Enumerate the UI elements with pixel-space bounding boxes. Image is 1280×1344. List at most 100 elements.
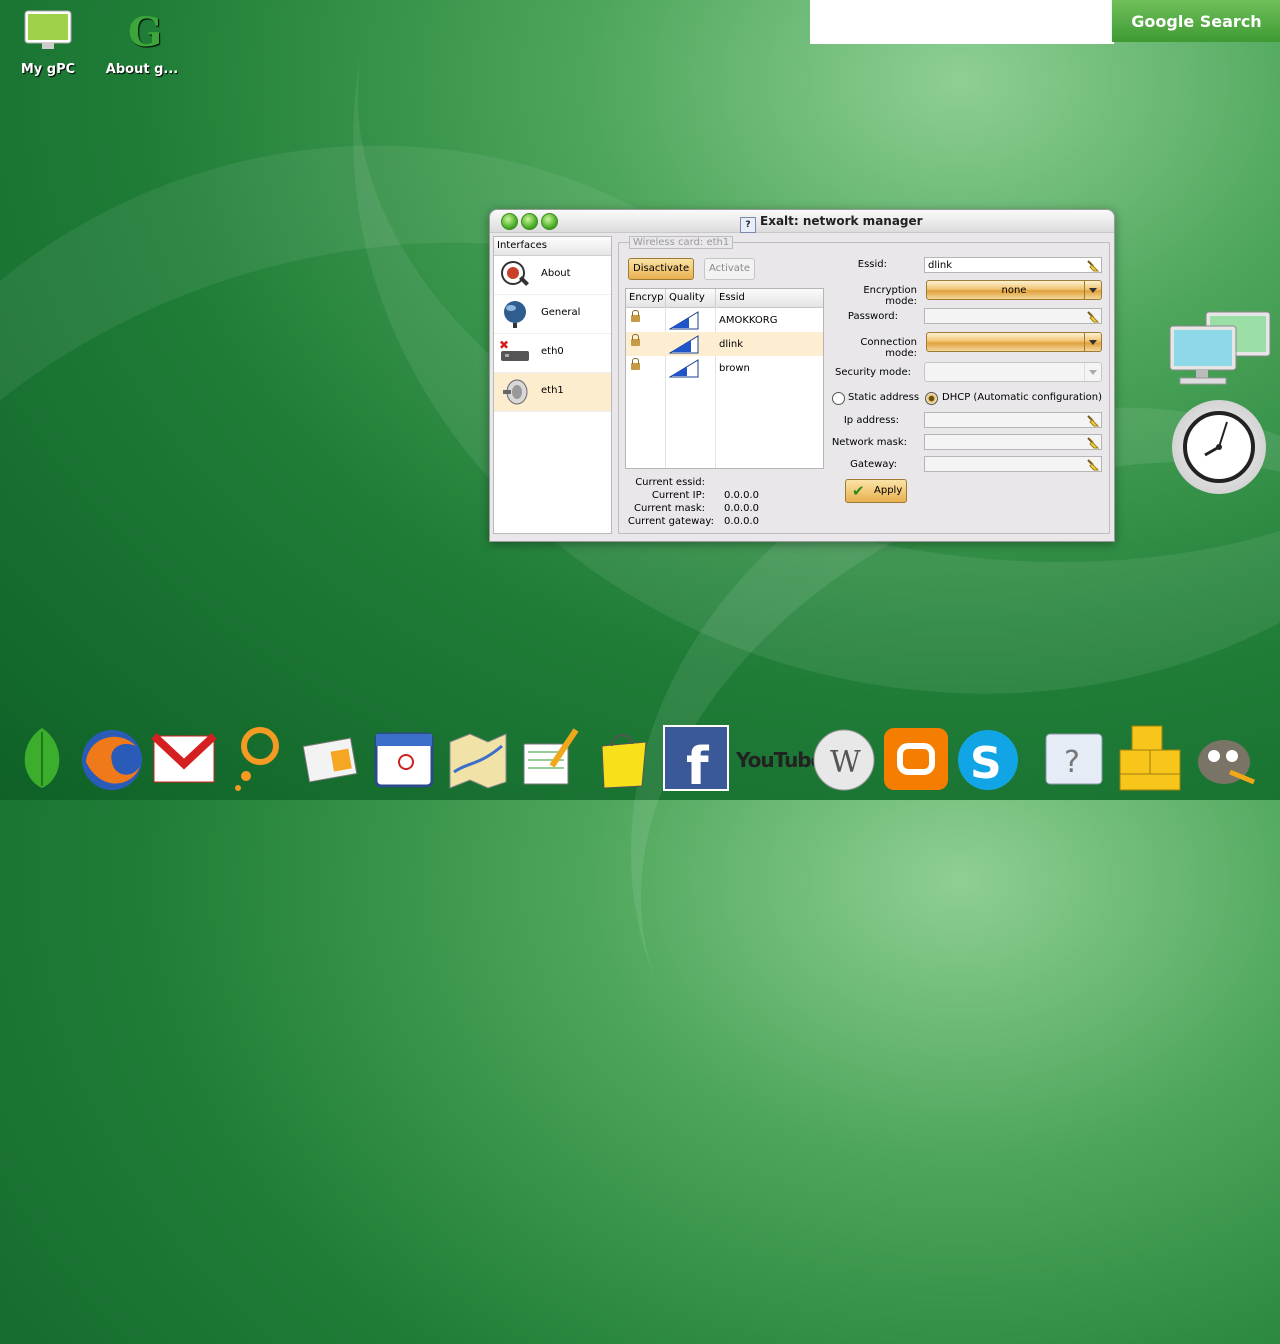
gimp-icon[interactable] xyxy=(1190,722,1258,794)
dhcp-radio[interactable] xyxy=(925,392,938,405)
deactivate-button[interactable]: Disactivate xyxy=(628,258,695,280)
checkmark-icon: ✔ xyxy=(852,482,865,500)
essid-label: Essid: xyxy=(857,259,887,270)
clear-broom-icon[interactable] xyxy=(1086,259,1099,272)
table-header: Encryp Quality Essid xyxy=(626,289,823,308)
apply-button[interactable]: ✔ Apply xyxy=(845,479,907,503)
sidebar-item-label: eth1 xyxy=(541,385,564,396)
desktop-icon-about[interactable]: G About g... xyxy=(102,0,182,77)
shopping-bag-icon[interactable] xyxy=(590,722,658,794)
app-icon: ? xyxy=(740,217,756,233)
chevron-down-icon xyxy=(1084,363,1101,381)
clear-broom-icon[interactable] xyxy=(1086,310,1099,323)
interfaces-sidebar: Interfaces About General ✖ eth0 eth1 xyxy=(493,236,612,534)
current-gateway-value: 0.0.0.0 xyxy=(724,516,759,527)
sidebar-item-label: eth0 xyxy=(541,346,564,357)
g-logo-icon: G xyxy=(128,9,162,56)
panel-legend: Wireless card: eth1 xyxy=(629,236,734,249)
docs-icon[interactable] xyxy=(516,722,584,794)
maximize-button[interactable] xyxy=(541,213,558,230)
chevron-down-icon xyxy=(1084,333,1101,351)
sidebar-item-label: About xyxy=(541,268,571,279)
gateway-field[interactable] xyxy=(924,456,1102,472)
maps-icon[interactable] xyxy=(444,722,512,794)
close-button[interactable] xyxy=(501,213,518,230)
clear-broom-icon[interactable] xyxy=(1086,414,1099,427)
gmail-icon[interactable] xyxy=(150,722,218,794)
youtube-icon[interactable]: YouTube xyxy=(734,746,824,776)
current-gateway-label: Current gateway: xyxy=(627,516,714,527)
desktop-icon-my-gpc[interactable]: My gPC xyxy=(8,0,88,77)
clear-broom-icon[interactable] xyxy=(1086,436,1099,449)
static-address-label: Static address xyxy=(848,392,920,403)
activate-button[interactable]: Activate xyxy=(704,258,755,280)
sidebar-header: Interfaces xyxy=(494,237,611,256)
lock-icon xyxy=(631,310,640,322)
svg-text:W: W xyxy=(830,745,861,780)
password-field[interactable] xyxy=(924,308,1102,324)
lock-icon xyxy=(631,334,640,346)
static-address-radio[interactable] xyxy=(832,392,845,405)
minimize-button[interactable] xyxy=(521,213,538,230)
sidebar-item-about[interactable]: About xyxy=(494,256,611,295)
essid-cell: dlink xyxy=(719,339,744,350)
sidebar-item-general[interactable]: General xyxy=(494,295,611,334)
essid-cell: brown xyxy=(719,363,750,374)
sudoku-icon[interactable] xyxy=(1114,722,1182,794)
encryption-mode-select[interactable]: none xyxy=(926,280,1102,300)
clock-widget[interactable] xyxy=(1172,400,1266,494)
current-ip-label: Current IP: xyxy=(651,490,705,501)
security-mode-select[interactable] xyxy=(924,362,1102,382)
network-mask-label: Network mask: xyxy=(831,437,907,448)
current-mask-value: 0.0.0.0 xyxy=(724,503,759,514)
ethernet-disconnected-icon: ✖ xyxy=(499,338,529,361)
svg-text:✖: ✖ xyxy=(499,338,509,352)
leaf-icon[interactable] xyxy=(8,722,76,794)
clear-broom-icon[interactable] xyxy=(1086,458,1099,471)
wikipedia-icon[interactable]: W xyxy=(808,722,876,794)
google-search-button[interactable]: Google Search xyxy=(1111,0,1280,42)
search-ring-icon[interactable] xyxy=(222,722,290,794)
column-header-encryption[interactable]: Encryp xyxy=(626,289,666,307)
sidebar-item-eth0[interactable]: ✖ eth0 xyxy=(494,334,611,373)
facebook-icon[interactable]: f xyxy=(662,722,730,794)
essid-field[interactable]: dlink xyxy=(924,257,1102,273)
sidebar-item-eth1[interactable]: eth1 xyxy=(494,373,611,412)
column-header-quality[interactable]: Quality xyxy=(666,289,716,307)
search-input[interactable] xyxy=(810,0,1114,44)
dock: f YouTube W S ? xyxy=(0,722,1280,800)
ip-address-label: Ip address: xyxy=(843,415,899,426)
current-ip-value: 0.0.0.0 xyxy=(724,490,759,501)
column-header-essid[interactable]: Essid xyxy=(716,289,822,307)
signal-quality-icon xyxy=(669,359,699,378)
blogger-icon[interactable] xyxy=(882,722,950,794)
connection-mode-select[interactable] xyxy=(926,332,1102,352)
svg-text:S: S xyxy=(970,738,1002,789)
network-list-table: Encryp Quality Essid AMOKKORG dlink brow… xyxy=(625,288,824,469)
current-mask-label: Current mask: xyxy=(634,503,705,514)
table-row[interactable]: AMOKKORG xyxy=(626,308,823,332)
table-row[interactable]: brown xyxy=(626,356,823,380)
password-label: Password: xyxy=(847,311,898,322)
current-essid-label: Current essid: xyxy=(635,477,705,488)
calendar-icon[interactable] xyxy=(370,722,438,794)
svg-text:G: G xyxy=(128,10,162,52)
skype-icon[interactable]: S xyxy=(954,722,1022,794)
globe-icon xyxy=(504,301,526,328)
ip-address-field[interactable] xyxy=(924,412,1102,428)
svg-text:f: f xyxy=(686,737,710,794)
network-monitors-widget[interactable] xyxy=(1168,310,1274,390)
help-icon[interactable]: ? xyxy=(1040,722,1108,794)
title-bar[interactable]: ? Exalt: network manager xyxy=(490,210,1114,233)
news-icon[interactable] xyxy=(296,722,364,794)
wireless-antenna-icon xyxy=(503,379,528,405)
svg-text:?: ? xyxy=(1064,745,1080,780)
network-mask-field[interactable] xyxy=(924,434,1102,450)
chevron-down-icon xyxy=(1084,281,1101,299)
window-title: ? Exalt: network manager xyxy=(740,214,923,233)
firefox-icon[interactable] xyxy=(78,722,146,794)
about-icon xyxy=(501,261,529,286)
computer-icon xyxy=(24,10,72,49)
table-row[interactable]: dlink xyxy=(626,332,823,356)
security-mode-label: Security mode: xyxy=(835,367,911,378)
